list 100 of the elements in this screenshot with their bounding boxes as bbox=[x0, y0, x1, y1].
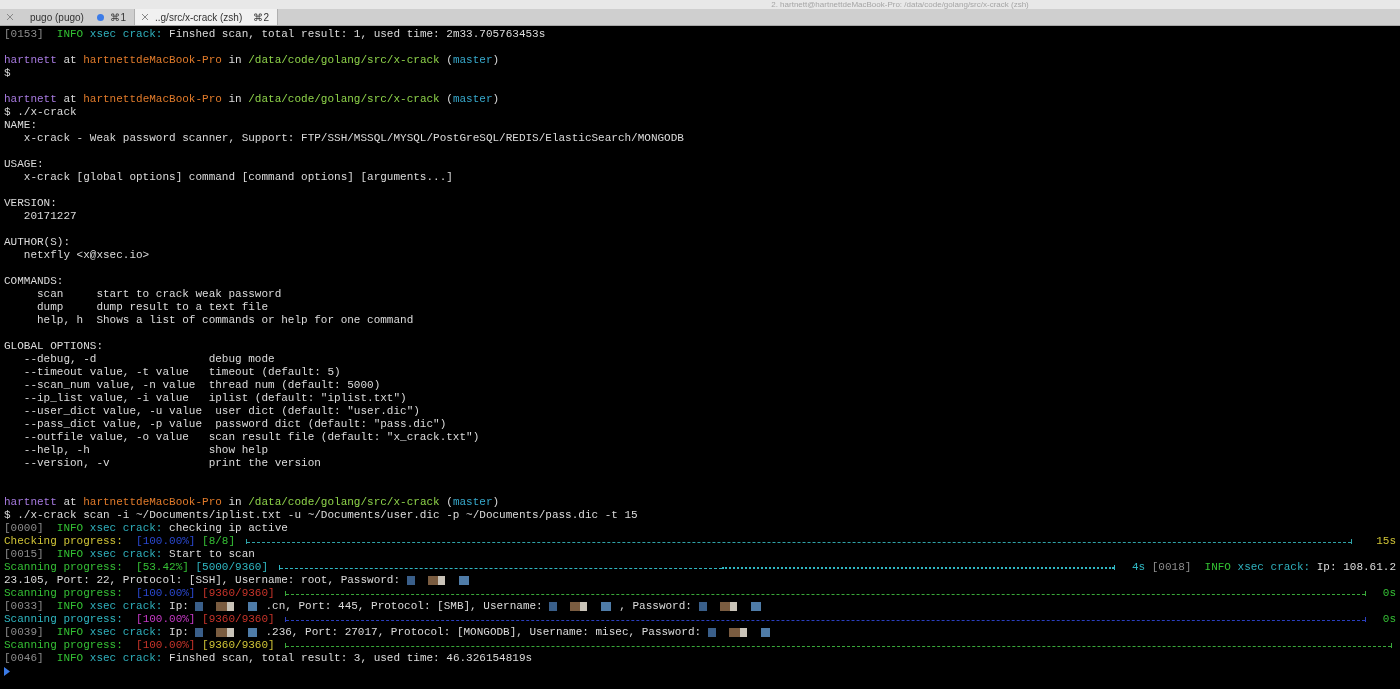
tab-shortcut: ⌘2 bbox=[253, 11, 269, 23]
terminal-text: /data/code/golang/src/x-crack bbox=[248, 496, 440, 509]
terminal-text: 0s bbox=[1381, 587, 1396, 600]
terminal-text: INFO bbox=[55, 522, 84, 535]
terminal-text: --ip_list value, -i value iplist (default: "iplist.txt") bbox=[22, 392, 407, 405]
terminal-text: --version, -v print the version bbox=[22, 457, 321, 470]
terminal-text: ( bbox=[445, 496, 453, 509]
terminal-text: [0000] bbox=[4, 522, 44, 535]
terminal-text: AUTHOR(S): bbox=[4, 236, 70, 249]
terminal-text: at bbox=[62, 496, 78, 509]
close-icon[interactable] bbox=[141, 13, 149, 21]
terminal-text: x-crack [global options] command [command options] [arguments...] bbox=[22, 171, 453, 184]
terminal-text: in bbox=[227, 93, 243, 106]
terminal-text: $ ./x-crack bbox=[4, 106, 77, 119]
terminal-text: Ip: 108.61.2 bbox=[1315, 561, 1396, 574]
terminal-text: --scan_num value, -n value thread num (default: 5000) bbox=[22, 379, 381, 392]
terminal-text: NAME: bbox=[4, 119, 37, 132]
terminal-text: ( bbox=[445, 54, 453, 67]
terminal-text: --outfile value, -o value scan result file (default: "x_crack.txt") bbox=[22, 431, 480, 444]
terminal-text: INFO bbox=[55, 600, 84, 613]
terminal-text: --timeout value, -t value timeout (default: 5) bbox=[22, 366, 341, 379]
terminal-text: [0039] bbox=[4, 626, 44, 639]
terminal-text: 20171227 bbox=[22, 210, 77, 223]
terminal-text: xsec crack: bbox=[1236, 561, 1311, 574]
terminal-text: at bbox=[62, 93, 78, 106]
terminal-text: 0s bbox=[1381, 613, 1396, 626]
terminal-text: [8/8] bbox=[201, 535, 237, 548]
terminal-text: Finshed scan, total result: 1, used time: 2m33.705763453s bbox=[168, 28, 546, 41]
tab[interactable]: ..g/src/x-crack (zsh) ⌘2 bbox=[135, 9, 278, 25]
terminal-text: master bbox=[452, 93, 493, 106]
terminal-text: scan start to crack weak password bbox=[36, 288, 282, 301]
terminal-text: 4s bbox=[1130, 561, 1147, 574]
terminal-text: netxfly <x@xsec.io> bbox=[22, 249, 150, 262]
terminal-text: [9360/9360] bbox=[201, 613, 276, 626]
terminal-text: INFO bbox=[55, 626, 84, 639]
terminal-text: INFO bbox=[55, 652, 84, 665]
terminal-text: Scanning progress: bbox=[4, 587, 123, 600]
terminal-text: /data/code/golang/src/x-crack bbox=[248, 54, 440, 67]
terminal-text: [9360/9360] bbox=[201, 639, 276, 652]
terminal-text: --help, -h show help bbox=[22, 444, 269, 457]
terminal-text: in bbox=[227, 54, 243, 67]
terminal-text: USAGE: bbox=[4, 158, 44, 171]
terminal-text: xsec crack: bbox=[88, 522, 163, 535]
terminal-text: ) bbox=[492, 93, 500, 106]
terminal-text: checking ip active bbox=[168, 522, 288, 535]
terminal-text: hartnett bbox=[4, 496, 57, 509]
terminal-text: INFO bbox=[55, 28, 84, 41]
terminal-text: [53.42%] bbox=[135, 561, 189, 574]
terminal-text: hartnett bbox=[4, 54, 57, 67]
terminal-text: Scanning progress: bbox=[4, 613, 123, 626]
terminal-text: 15s bbox=[1375, 535, 1396, 548]
terminal-text: ) bbox=[492, 496, 500, 509]
terminal-text: [100.00%] bbox=[135, 639, 196, 652]
terminal-text: hartnettdeMacBook-Pro bbox=[83, 496, 222, 509]
terminal-text: --user_dict value, -u value user dict (default: "user.dic") bbox=[22, 405, 420, 418]
terminal-text: Ip: bbox=[168, 626, 190, 639]
terminal-text: [0046] bbox=[4, 652, 44, 665]
terminal-text: hartnettdeMacBook-Pro bbox=[83, 93, 222, 106]
terminal-text: xsec crack: bbox=[88, 28, 163, 41]
terminal-text: Start to scan bbox=[168, 548, 255, 561]
terminal-text: master bbox=[452, 496, 493, 509]
terminal-text: ( bbox=[445, 93, 453, 106]
terminal-text: Scanning progress: bbox=[4, 639, 123, 652]
terminal-text: hartnett bbox=[4, 93, 57, 106]
terminal-text: INFO bbox=[55, 548, 84, 561]
terminal-text: [100.00%] bbox=[135, 587, 196, 600]
terminal-text: x-crack - Weak password scanner, Support: FTP/SSH/MSSQL/MYSQL/PostGreSQL/REDIS/ElasticSearch/MONGODB bbox=[22, 132, 684, 145]
terminal-text: Ip: bbox=[168, 600, 190, 613]
terminal-text: help, h Shows a list of commands or help for one command bbox=[36, 314, 414, 327]
tab-label: pugo (pugo) bbox=[30, 11, 85, 23]
terminal-text: Scanning progress: bbox=[4, 561, 123, 574]
terminal-text: Checking progress: bbox=[4, 535, 123, 548]
terminal-text: .cn, Port: 445, Protocol: [SMB], Username: bbox=[265, 600, 544, 613]
terminal-text: [0018] bbox=[1151, 561, 1192, 574]
terminal-text: GLOBAL OPTIONS: bbox=[4, 340, 104, 353]
terminal-text: in bbox=[227, 496, 243, 509]
terminal-text: master bbox=[452, 54, 493, 67]
terminal-text: --debug, -d debug mode bbox=[22, 353, 275, 366]
terminal-text: dump dump result to a text file bbox=[36, 301, 269, 314]
terminal-text: Finshed scan, total result: 3, used time: 46.326154819s bbox=[168, 652, 533, 665]
terminal-text: --pass_dict value, -p value password dict (default: "pass.dic") bbox=[22, 418, 447, 431]
terminal-text: [100.00%] bbox=[135, 613, 196, 626]
terminal-text: [9360/9360] bbox=[201, 587, 276, 600]
terminal-text: [100.00%] bbox=[135, 535, 196, 548]
terminal-text: at bbox=[62, 54, 78, 67]
terminal-text: VERSION: bbox=[4, 197, 57, 210]
tab-shortcut: ⌘1 bbox=[110, 11, 126, 23]
terminal-text: xsec crack: bbox=[88, 600, 163, 613]
terminal-text: INFO bbox=[1203, 561, 1231, 574]
terminal-text: $ bbox=[4, 67, 11, 80]
terminal-text: 23.105, Port: 22, Protocol: [SSH], Username: root, Password: bbox=[4, 574, 402, 587]
terminal-text: , Password: bbox=[619, 600, 693, 613]
terminal-text: [0033] bbox=[4, 600, 44, 613]
terminal-text: .236, Port: 27017, Protocol: [MONGODB], Username: misec, Password: bbox=[265, 626, 703, 639]
terminal-text: xsec crack: bbox=[88, 652, 163, 665]
terminal-text: ) bbox=[492, 54, 500, 67]
terminal-text: [0153] bbox=[4, 28, 44, 41]
terminal-text: xsec crack: bbox=[88, 548, 163, 561]
close-icon[interactable] bbox=[6, 13, 14, 21]
cursor-icon bbox=[4, 667, 10, 676]
